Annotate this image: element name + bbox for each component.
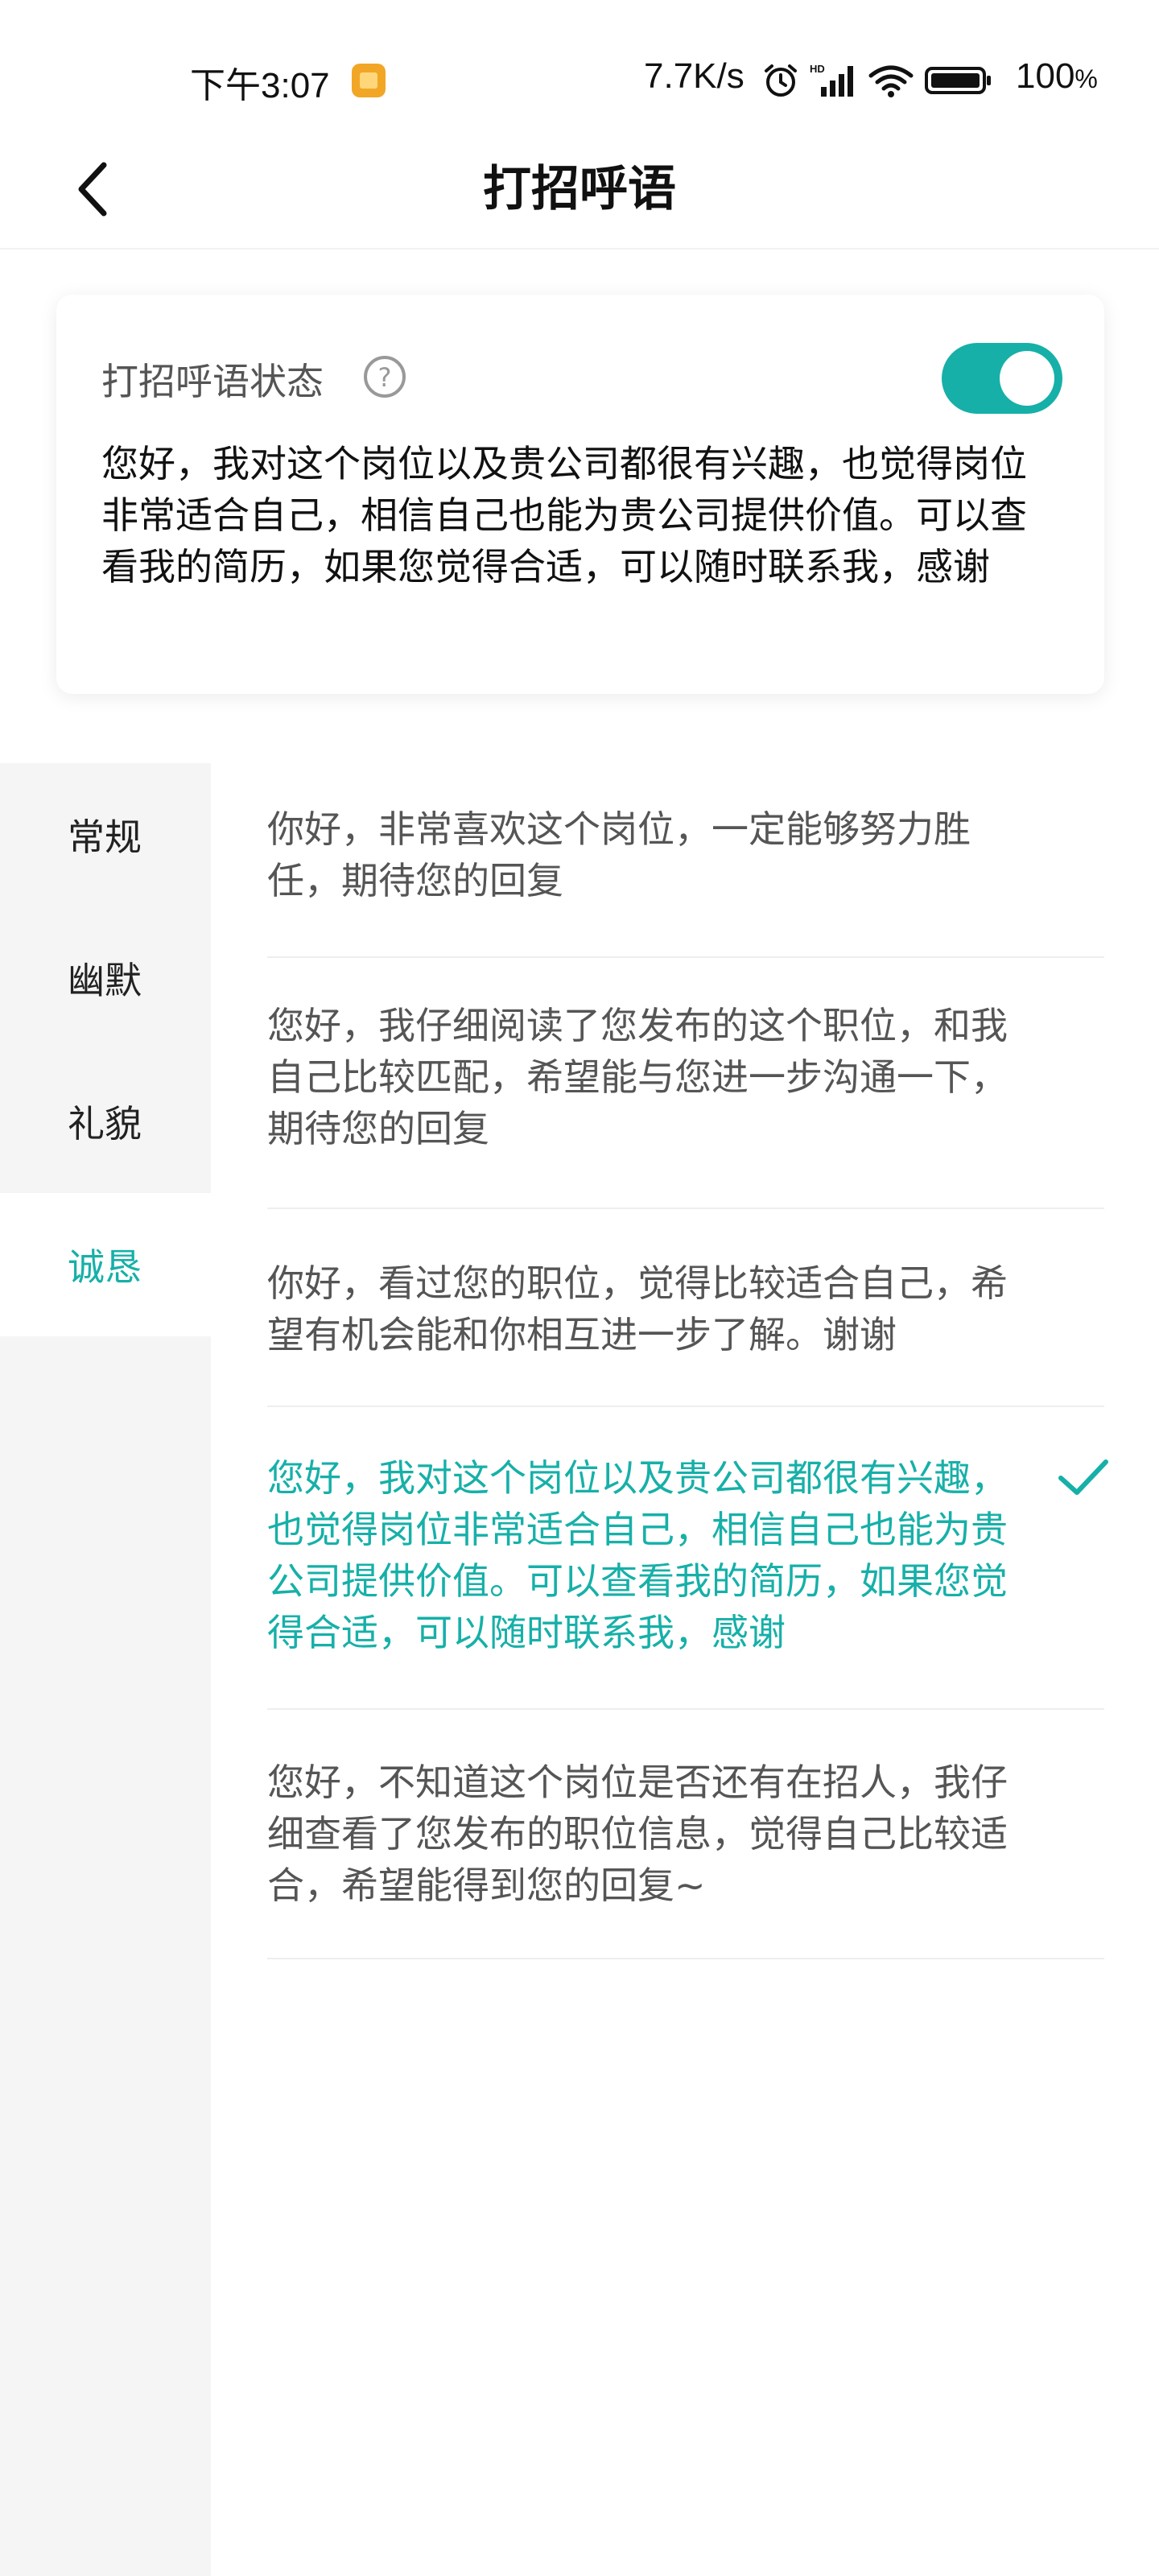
alarm-icon <box>765 64 797 97</box>
check-icon <box>1058 1459 1108 1495</box>
signal-icon: HD <box>810 63 853 97</box>
status-time: 下午3:07 <box>190 66 330 105</box>
greeting-status-toggle[interactable] <box>942 343 1062 414</box>
template-item[interactable]: 您好，不知道这个岗位是否还有在招人，我仔细查看了您发布的职位信息，觉得自己比较适… <box>267 1710 1104 1959</box>
category-sidebar: 常规 幽默 礼貌 诚恳 <box>0 763 211 2576</box>
category-item-regular[interactable]: 常规 <box>0 763 211 906</box>
category-label: 礼貌 <box>68 1102 142 1146</box>
category-item-polite[interactable]: 礼貌 <box>0 1050 211 1193</box>
battery-percent: 100% <box>1016 56 1098 96</box>
template-item[interactable]: 你好，非常喜欢这个岗位，一定能够努力胜任，期待您的回复 <box>267 763 1104 958</box>
category-label: 诚恳 <box>68 1245 142 1289</box>
template-text: 你好，看过您的职位，觉得比较适合自己，希望有机会能和你相互进一步了解。谢谢 <box>267 1261 1008 1356</box>
template-item-selected[interactable]: 您好，我对这个岗位以及贵公司都很有兴趣，也觉得岗位非常适合自己，相信自己也能为贵… <box>267 1407 1108 1710</box>
category-label: 常规 <box>68 815 142 859</box>
template-text: 您好，我仔细阅读了您发布的这个职位，和我自己比较匹配，希望能与您进一步沟通一下，… <box>267 1004 1008 1150</box>
toggle-knob <box>1000 351 1054 406</box>
svg-text:?: ? <box>378 362 392 393</box>
template-text: 您好，我对这个岗位以及贵公司都很有兴趣，也觉得岗位非常适合自己，相信自己也能为贵… <box>267 1456 1008 1654</box>
network-speed: 7.7K/s <box>644 56 744 96</box>
header: 打招呼语 <box>0 129 1159 250</box>
svg-text:HD: HD <box>810 63 825 75</box>
question-circle-icon[interactable]: ? <box>362 354 407 399</box>
notification-app-icon <box>352 64 386 97</box>
category-label: 幽默 <box>68 959 142 1002</box>
status-icons: HD <box>761 58 993 103</box>
category-item-sincere[interactable]: 诚恳 <box>0 1193 211 1336</box>
template-text: 您好，不知道这个岗位是否还有在招人，我仔细查看了您发布的职位信息，觉得自己比较适… <box>267 1761 1008 1907</box>
template-text: 你好，非常喜欢这个岗位，一定能够努力胜任，期待您的回复 <box>267 807 971 902</box>
greeting-status-label: 打招呼语状态 <box>101 360 324 403</box>
template-item[interactable]: 你好，看过您的职位，觉得比较适合自己，希望有机会能和你相互进一步了解。谢谢 <box>267 1209 1104 1407</box>
wifi-icon <box>868 65 914 97</box>
greeting-status-card: 打招呼语状态 ? 您好，我对这个岗位以及贵公司都很有兴趣，也觉得岗位非常适合自己… <box>56 295 1104 694</box>
category-item-humor[interactable]: 幽默 <box>0 906 211 1050</box>
template-item[interactable]: 您好，我仔细阅读了您发布的这个职位，和我自己比较匹配，希望能与您进一步沟通一下，… <box>267 958 1104 1209</box>
current-greeting-text: 您好，我对这个岗位以及贵公司都很有兴趣，也觉得岗位非常适合自己，相信自己也能为贵… <box>101 442 1027 588</box>
page-title: 打招呼语 <box>483 161 676 217</box>
battery-icon <box>925 67 991 94</box>
